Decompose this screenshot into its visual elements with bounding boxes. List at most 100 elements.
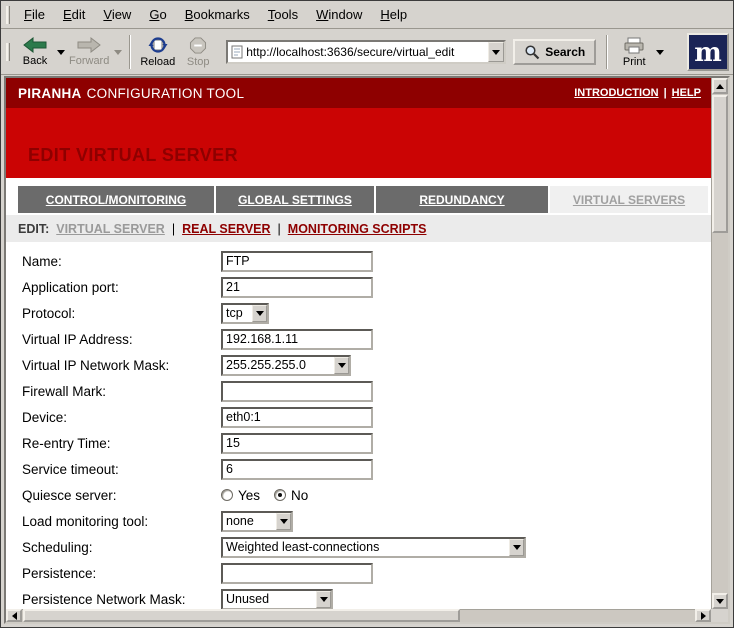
form-row: Scheduling: Weighted least-connections bbox=[22, 534, 711, 560]
name-input[interactable] bbox=[221, 251, 373, 272]
service-timeout-input[interactable] bbox=[221, 459, 373, 480]
tab-control-monitoring[interactable]: CONTROL/MONITORING bbox=[18, 186, 214, 213]
menu-view[interactable]: View bbox=[94, 3, 140, 26]
chevron-down-icon bbox=[252, 305, 267, 322]
chevron-down-icon bbox=[509, 539, 524, 556]
print-dropdown[interactable] bbox=[654, 32, 665, 72]
chevron-down-icon bbox=[492, 50, 500, 55]
virtual-ip-netmask-select[interactable]: 255.255.255.0 bbox=[221, 355, 351, 376]
field-label: Persistence Network Mask: bbox=[22, 592, 221, 607]
quiesce-yes-radio[interactable]: Yes bbox=[221, 488, 260, 503]
separator: | bbox=[278, 222, 281, 236]
brand-title: PIRANHA CONFIGURATION TOOL bbox=[18, 86, 244, 101]
toolbar-grip[interactable] bbox=[6, 6, 10, 24]
search-icon bbox=[524, 44, 540, 60]
page-title-band: EDIT VIRTUAL SERVER bbox=[6, 108, 711, 178]
forward-history-dropdown[interactable] bbox=[112, 32, 123, 72]
stop-icon bbox=[189, 37, 207, 54]
form-row: Application port: bbox=[22, 274, 711, 300]
device-input[interactable] bbox=[221, 407, 373, 428]
persistence-netmask-select[interactable]: Unused bbox=[221, 589, 333, 610]
reload-icon bbox=[148, 36, 168, 54]
subnav-link-real-server[interactable]: REAL SERVER bbox=[182, 222, 270, 236]
subnav-link-monitoring-scripts[interactable]: MONITORING SCRIPTS bbox=[288, 222, 427, 236]
reentry-time-input[interactable] bbox=[221, 433, 373, 454]
menu-edit[interactable]: Edit bbox=[54, 3, 94, 26]
forward-label: Forward bbox=[69, 55, 109, 67]
help-link[interactable]: HELP bbox=[672, 87, 701, 99]
tab-global-settings[interactable]: GLOBAL SETTINGS bbox=[216, 186, 374, 213]
field-label: Load monitoring tool: bbox=[22, 514, 221, 529]
introduction-link[interactable]: INTRODUCTION bbox=[574, 87, 658, 99]
menu-tools[interactable]: Tools bbox=[259, 3, 307, 26]
back-history-dropdown[interactable] bbox=[55, 32, 66, 72]
mozilla-logo[interactable]: m bbox=[687, 33, 729, 71]
protocol-select[interactable]: tcp bbox=[221, 303, 269, 324]
application-port-input[interactable] bbox=[221, 277, 373, 298]
reload-button[interactable]: Reload bbox=[137, 32, 178, 72]
selected-value: Weighted least-connections bbox=[223, 540, 509, 554]
quiesce-no-radio[interactable]: No bbox=[274, 488, 308, 503]
virtual-server-form: Name: Application port: Protocol: tcp Vi… bbox=[6, 242, 711, 609]
separator: | bbox=[664, 87, 667, 99]
menu-file[interactable]: File bbox=[15, 3, 54, 26]
print-label: Print bbox=[623, 56, 646, 68]
menu-help[interactable]: Help bbox=[371, 3, 416, 26]
subnav-prefix: EDIT: bbox=[18, 222, 49, 236]
menu-bookmarks[interactable]: Bookmarks bbox=[176, 3, 259, 26]
form-row: Protocol: tcp bbox=[22, 300, 711, 326]
scroll-up-button[interactable] bbox=[712, 78, 728, 94]
horizontal-scrollbar[interactable] bbox=[6, 609, 711, 622]
virtual-ip-input[interactable] bbox=[221, 329, 373, 350]
arrow-up-icon bbox=[716, 84, 724, 89]
tab-bar: CONTROL/MONITORING GLOBAL SETTINGS REDUN… bbox=[6, 178, 711, 213]
field-label: Protocol: bbox=[22, 306, 221, 321]
back-button[interactable]: Back bbox=[15, 32, 55, 72]
toolbar-grip[interactable] bbox=[6, 43, 10, 61]
brand-name: PIRANHA bbox=[18, 86, 82, 101]
field-label: Scheduling: bbox=[22, 540, 221, 555]
url-history-dropdown[interactable] bbox=[488, 42, 504, 62]
form-row: Load monitoring tool: none bbox=[22, 508, 711, 534]
scroll-down-button[interactable] bbox=[712, 593, 728, 609]
subnav: EDIT: VIRTUAL SERVER | REAL SERVER | MON… bbox=[6, 215, 711, 242]
field-label: Persistence: bbox=[22, 566, 221, 581]
stop-button[interactable]: Stop bbox=[178, 32, 218, 72]
arrow-left-icon bbox=[12, 612, 17, 620]
navigation-toolbar: Back Forward Reload bbox=[1, 30, 733, 75]
tab-virtual-servers[interactable]: VIRTUAL SERVERS bbox=[550, 186, 708, 213]
form-row: Persistence: bbox=[22, 560, 711, 586]
field-label: Device: bbox=[22, 410, 221, 425]
piranha-header: PIRANHA CONFIGURATION TOOL INTRODUCTION |… bbox=[6, 78, 711, 108]
print-button[interactable]: Print bbox=[614, 32, 654, 72]
url-input[interactable] bbox=[246, 43, 488, 61]
menu-window[interactable]: Window bbox=[307, 3, 371, 26]
page-title: EDIT VIRTUAL SERVER bbox=[28, 145, 238, 166]
load-monitoring-select[interactable]: none bbox=[221, 511, 293, 532]
chevron-down-icon bbox=[114, 50, 122, 55]
menu-go[interactable]: Go bbox=[140, 3, 175, 26]
form-row: Persistence Network Mask: Unused bbox=[22, 586, 711, 609]
svg-text:m: m bbox=[694, 38, 722, 68]
search-button[interactable]: Search bbox=[513, 39, 596, 65]
form-row: Firewall Mark: bbox=[22, 378, 711, 404]
vertical-scrollbar[interactable] bbox=[711, 78, 728, 609]
forward-button[interactable]: Forward bbox=[66, 32, 112, 72]
field-label: Name: bbox=[22, 254, 221, 269]
selected-value: none bbox=[223, 514, 276, 528]
vertical-scrollbar-thumb[interactable] bbox=[712, 95, 728, 233]
firewall-mark-input[interactable] bbox=[221, 381, 373, 402]
scroll-left-button[interactable] bbox=[6, 609, 22, 622]
horizontal-scrollbar-thumb[interactable] bbox=[23, 609, 460, 622]
chevron-down-icon bbox=[334, 357, 349, 374]
scroll-right-button[interactable] bbox=[695, 609, 711, 622]
brand-subtitle: CONFIGURATION TOOL bbox=[87, 86, 245, 101]
scheduling-select[interactable]: Weighted least-connections bbox=[221, 537, 526, 558]
print-icon bbox=[623, 37, 645, 54]
subnav-link-virtual-server[interactable]: VIRTUAL SERVER bbox=[56, 222, 165, 236]
persistence-input[interactable] bbox=[221, 563, 373, 584]
tab-redundancy[interactable]: REDUNDANCY bbox=[376, 186, 548, 213]
chevron-down-icon bbox=[656, 50, 664, 55]
toolbar-separator bbox=[129, 35, 131, 69]
chevron-down-icon bbox=[316, 591, 331, 608]
